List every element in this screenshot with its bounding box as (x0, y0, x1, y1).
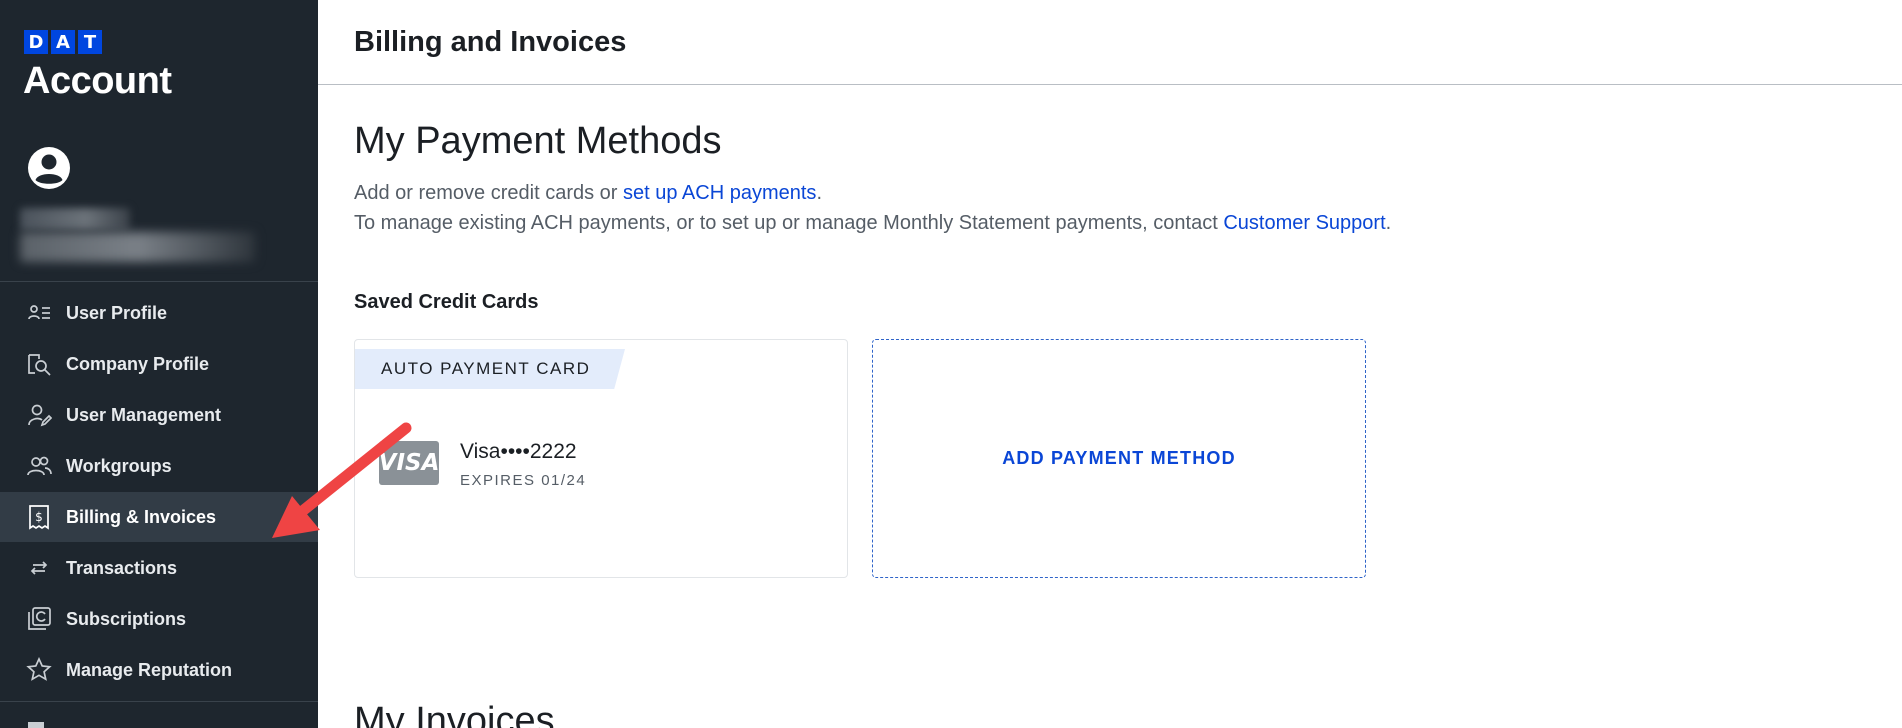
sidebar-item-company-profile[interactable]: Company Profile (0, 339, 318, 389)
next-nav-icon-partial (28, 722, 44, 728)
logo-letter-t: T (78, 30, 102, 54)
svg-text:$: $ (35, 510, 43, 524)
description-period: . (816, 182, 822, 204)
avatar-icon[interactable] (27, 146, 71, 190)
group-icon (26, 453, 52, 479)
sidebar-item-label: Workgroups (66, 455, 172, 476)
sidebar-item-billing-invoices[interactable]: $ Billing & Invoices (0, 492, 318, 542)
card-number: Visa••••2222 (460, 440, 577, 463)
dat-logo[interactable]: D A T (24, 30, 102, 54)
visa-logo-icon: VISA (379, 441, 439, 485)
account-title: Account (23, 60, 172, 102)
swap-arrows-icon (26, 555, 52, 581)
logo-letter-a: A (51, 30, 75, 54)
saved-credit-cards-title: Saved Credit Cards (354, 291, 539, 313)
description-text: Add or remove credit cards or (354, 182, 623, 204)
page-header: Billing and Invoices (318, 0, 1902, 85)
sidebar-item-label: Subscriptions (66, 608, 187, 629)
redacted-user-name (20, 208, 130, 230)
card-expiry: EXPIRES 01/24 (460, 472, 587, 489)
sidebar: D A T Account User Profile Company Profi… (0, 0, 318, 728)
payment-methods-description-line1: Add or remove credit cards or set up ACH… (354, 182, 822, 205)
set-up-ach-link[interactable]: set up ACH payments (623, 182, 816, 204)
sidebar-divider (0, 281, 318, 282)
payment-methods-heading: My Payment Methods (354, 120, 722, 162)
saved-credit-card[interactable]: AUTO PAYMENT CARD VISA Visa••••2222 EXPI… (354, 339, 848, 578)
sidebar-item-workgroups[interactable]: Workgroups (0, 441, 318, 491)
sidebar-item-subscriptions[interactable]: Subscriptions (0, 594, 318, 644)
receipt-dollar-icon: $ (26, 504, 52, 530)
logo-letter-d: D (24, 30, 48, 54)
customer-support-link[interactable]: Customer Support (1223, 212, 1385, 234)
description-text: To manage existing ACH payments, or to s… (354, 212, 1224, 234)
user-list-icon (26, 300, 52, 326)
sidebar-item-label: User Profile (66, 302, 168, 323)
user-edit-icon (26, 402, 52, 428)
sidebar-item-user-profile[interactable]: User Profile (0, 288, 318, 338)
sidebar-divider (0, 701, 318, 702)
add-payment-method-button[interactable]: ADD PAYMENT METHOD (872, 339, 1366, 578)
star-icon (26, 657, 52, 683)
sidebar-item-transactions[interactable]: Transactions (0, 543, 318, 593)
sidebar-item-label: Transactions (66, 557, 178, 578)
page-title: Billing and Invoices (354, 26, 627, 58)
subscriptions-icon (26, 606, 52, 632)
add-payment-method-label: ADD PAYMENT METHOD (1002, 448, 1236, 468)
sidebar-item-manage-reputation[interactable]: Manage Reputation (0, 645, 318, 695)
redacted-company-name (20, 232, 255, 262)
sidebar-item-label: Manage Reputation (66, 659, 233, 680)
sidebar-item-label: Company Profile (66, 353, 210, 374)
description-period: . (1385, 212, 1392, 234)
company-search-icon (26, 351, 52, 377)
payment-methods-description-line2: To manage existing ACH payments, or to s… (354, 212, 1391, 235)
sidebar-item-label: User Management (66, 404, 222, 425)
sidebar-item-label: Billing & Invoices (66, 506, 217, 527)
auto-payment-badge: AUTO PAYMENT CARD (355, 349, 625, 389)
sidebar-item-user-management[interactable]: User Management (0, 390, 318, 440)
invoices-heading: My Invoices (354, 700, 555, 728)
